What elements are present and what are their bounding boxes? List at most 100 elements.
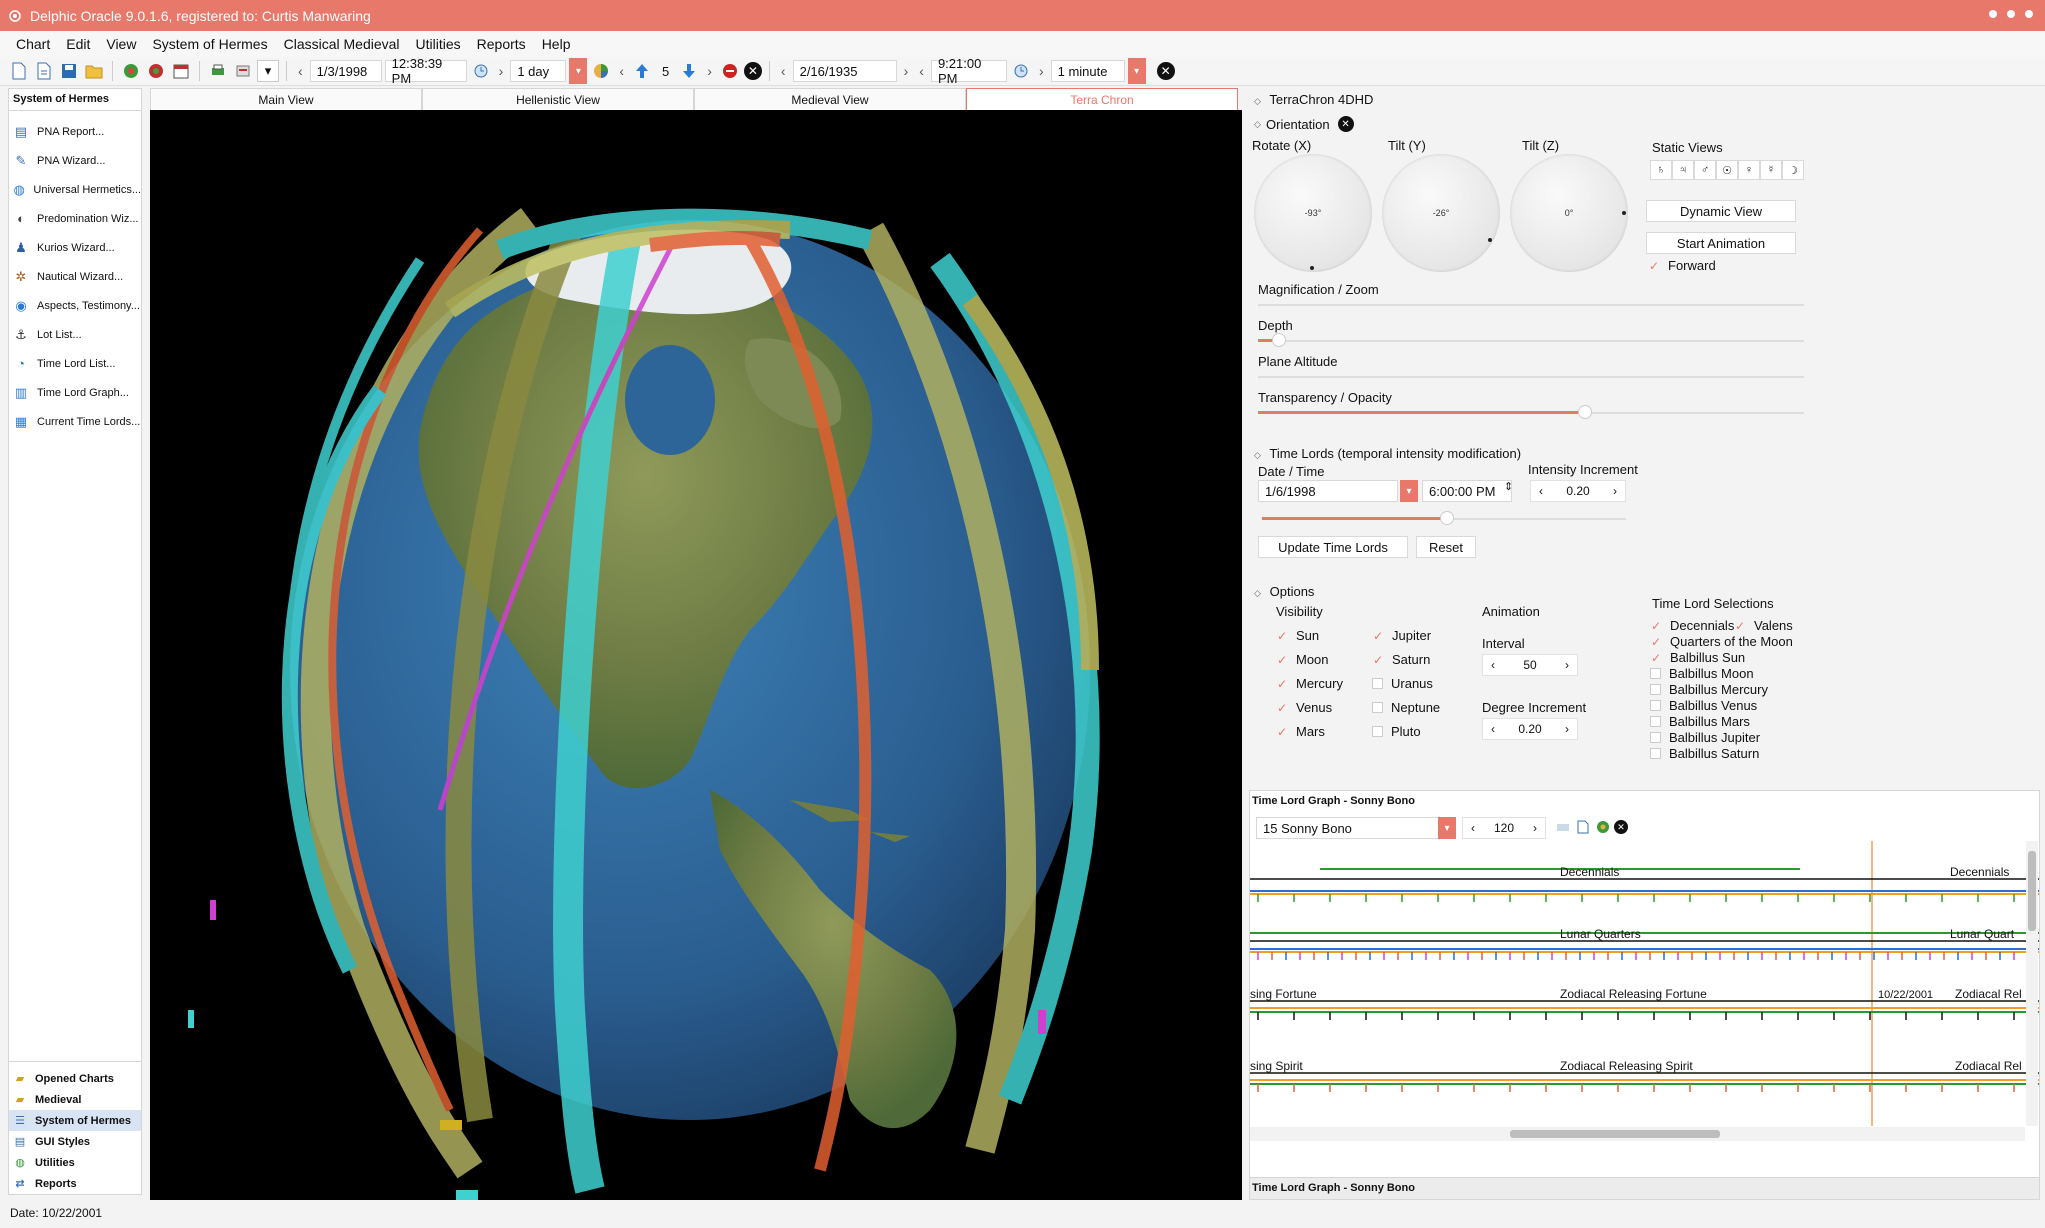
date2-next-icon[interactable]: › (900, 63, 913, 79)
tilt-y-knob[interactable]: -26° (1382, 154, 1500, 272)
menu-system-of-hermes[interactable]: System of Hermes (144, 36, 275, 52)
sidebar-item-current-time-lords[interactable]: ▦ Current Time Lords... (9, 407, 141, 436)
step-field-2[interactable]: 1 minute (1050, 60, 1125, 82)
spin-left-icon[interactable]: ‹ (1491, 658, 1495, 672)
reset-button[interactable]: Reset (1416, 536, 1476, 558)
forward-checkbox[interactable]: ✓ Forward (1648, 258, 1716, 273)
visibility-sun[interactable]: ✓ Sun (1276, 628, 1319, 643)
timelords-header[interactable]: ◇ Time Lords (temporal intensity modific… (1254, 446, 1521, 461)
tl-balbillus-mercury[interactable]: Balbillus Mercury (1650, 682, 1768, 697)
visibility-mercury[interactable]: ✓ Mercury (1276, 676, 1343, 691)
dynamic-view-button[interactable]: Dynamic View (1646, 200, 1796, 222)
timelord-time-field[interactable]: 6:00:00 PM (1422, 480, 1512, 502)
sidebar-item-aspects[interactable]: ◉ Aspects, Testimony... (9, 291, 141, 320)
chart-select-dropdown-icon[interactable]: ▾ (1438, 817, 1456, 839)
static-view-saturn-button[interactable]: ♄ (1650, 160, 1672, 180)
arrow-up-icon[interactable] (631, 60, 653, 82)
stop-icon[interactable] (719, 60, 741, 82)
scrollbar-thumb[interactable] (1510, 1130, 1720, 1138)
timelord-date-field[interactable]: 1/6/1998 (1258, 480, 1398, 502)
graph-print-icon[interactable] (1554, 818, 1572, 836)
close-icon[interactable]: ✕ (1614, 820, 1628, 834)
rotate-x-knob[interactable]: -93° (1254, 154, 1372, 272)
colorwheel-icon[interactable] (590, 60, 612, 82)
zoom-spinner[interactable]: ‹ 120 › (1462, 817, 1546, 839)
export-icon[interactable] (232, 60, 254, 82)
globe-canvas[interactable] (150, 110, 1242, 1200)
tab-terra-chron[interactable]: Terra Chron (966, 88, 1238, 110)
degree-spinner[interactable]: ‹ 0.20 › (1482, 718, 1578, 740)
collapse-caret-icon[interactable]: ◇ (1254, 119, 1266, 130)
visibility-pluto[interactable]: Pluto (1372, 724, 1421, 739)
tab-medieval-view[interactable]: Medieval View (694, 88, 966, 110)
graph-page-icon[interactable] (1574, 818, 1592, 836)
static-view-moon-button[interactable]: ☽ (1782, 160, 1804, 180)
date-dropdown-icon[interactable]: ▾ (1400, 480, 1418, 502)
sidebar-item-pna-wizard[interactable]: ✎ PNA Wizard... (9, 146, 141, 175)
arrow-down-icon[interactable] (678, 60, 700, 82)
static-view-venus-button[interactable]: ♀ (1738, 160, 1760, 180)
spin-right-icon[interactable]: › (1613, 484, 1617, 498)
tl-balbillus-saturn[interactable]: Balbillus Saturn (1650, 746, 1759, 761)
section-gui-styles[interactable]: ▤ GUI Styles (9, 1131, 141, 1152)
options-header[interactable]: ◇ Options (1254, 584, 1314, 599)
tl-balbillus-sun[interactable]: ✓ Balbillus Sun (1650, 650, 1745, 665)
static-view-sun-button[interactable]: ☉ (1716, 160, 1738, 180)
time-field-1[interactable]: 12:38:39 PM (384, 56, 467, 86)
orientation-header[interactable]: ◇ Orientation ✕ (1254, 116, 1354, 132)
tilt-z-knob[interactable]: 0° (1510, 154, 1628, 272)
section-utilities[interactable]: ◍ Utilities (9, 1152, 141, 1173)
step-dropdown-icon[interactable]: ▾ (569, 58, 588, 84)
tl-balbillus-mars[interactable]: Balbillus Mars (1650, 714, 1750, 729)
sidebar-item-lot-list[interactable]: ⚓ Lot List... (9, 320, 141, 349)
static-view-mars-button[interactable]: ♂ (1694, 160, 1716, 180)
chart-wheel-icon[interactable] (145, 60, 167, 82)
visibility-neptune[interactable]: Neptune (1372, 700, 1440, 715)
date-prev-icon[interactable]: ‹ (294, 63, 307, 79)
clock-sync-icon[interactable] (470, 60, 492, 82)
vscrollbar-thumb[interactable] (2028, 851, 2036, 931)
step2-dropdown-icon[interactable]: ▾ (1127, 58, 1146, 84)
collapse-caret-icon[interactable]: ◇ (1254, 96, 1266, 107)
close-window-icon[interactable] (2025, 10, 2033, 18)
sidebar-item-kurios[interactable]: ♟ Kurios Wizard... (9, 233, 141, 262)
menu-edit[interactable]: Edit (58, 36, 98, 52)
visibility-venus[interactable]: ✓ Venus (1276, 700, 1332, 715)
menu-utilities[interactable]: Utilities (408, 36, 469, 52)
tl-valens[interactable]: ✓ Valens (1734, 618, 1793, 633)
update-time-lords-button[interactable]: Update Time Lords (1258, 536, 1408, 558)
tab-hellenistic-view[interactable]: Hellenistic View (422, 88, 694, 110)
window-controls[interactable] (1989, 10, 2033, 18)
time2-prev-icon[interactable]: ‹ (915, 63, 928, 79)
clock-sync-icon[interactable] (1010, 60, 1032, 82)
sidebar-item-pna-report[interactable]: ▤ PNA Report... (9, 117, 141, 146)
section-system-of-hermes[interactable]: ☰ System of Hermes (9, 1110, 141, 1131)
graph-refresh-icon[interactable] (1594, 818, 1612, 836)
collapse-caret-icon[interactable]: ◇ (1254, 588, 1266, 599)
tl-quarters-moon[interactable]: ✓ Quarters of the Moon (1650, 634, 1793, 649)
sidebar-item-time-lord-graph[interactable]: ▥ Time Lord Graph... (9, 378, 141, 407)
spin-right-icon[interactable]: › (1565, 722, 1569, 736)
depth-slider[interactable] (1258, 340, 1804, 342)
tl-balbillus-venus[interactable]: Balbillus Venus (1650, 698, 1757, 713)
static-view-mercury-button[interactable]: ☿ (1760, 160, 1782, 180)
globe-viewport[interactable] (150, 110, 1242, 1200)
time-spin-icon[interactable]: ⇕ (1504, 480, 1513, 493)
close-icon[interactable]: ✕ (1156, 62, 1175, 80)
section-medieval[interactable]: ▰ Medieval (9, 1089, 141, 1110)
open-folder-icon[interactable] (83, 60, 105, 82)
refresh-chart-icon[interactable] (120, 60, 142, 82)
interval-spinner[interactable]: ‹ 50 › (1482, 654, 1578, 676)
spin-right-icon[interactable]: › (1533, 821, 1537, 835)
close-icon[interactable]: ✕ (1337, 116, 1354, 132)
count-prev-icon[interactable]: ‹ (615, 63, 628, 79)
tl-balbillus-moon[interactable]: Balbillus Moon (1650, 666, 1754, 681)
date2-prev-icon[interactable]: ‹ (777, 63, 790, 79)
spin-left-icon[interactable]: ‹ (1539, 484, 1543, 498)
dropdown-menu-icon[interactable]: ▾ (257, 60, 279, 82)
time-field-2[interactable]: 9:21:00 PM (930, 56, 1007, 86)
date-field-2[interactable]: 2/16/1935 (792, 60, 897, 82)
visibility-saturn[interactable]: ✓ Saturn (1372, 652, 1430, 667)
tl-decennials[interactable]: ✓ Decennials (1650, 618, 1734, 633)
transparency-slider-thumb[interactable] (1578, 405, 1592, 419)
